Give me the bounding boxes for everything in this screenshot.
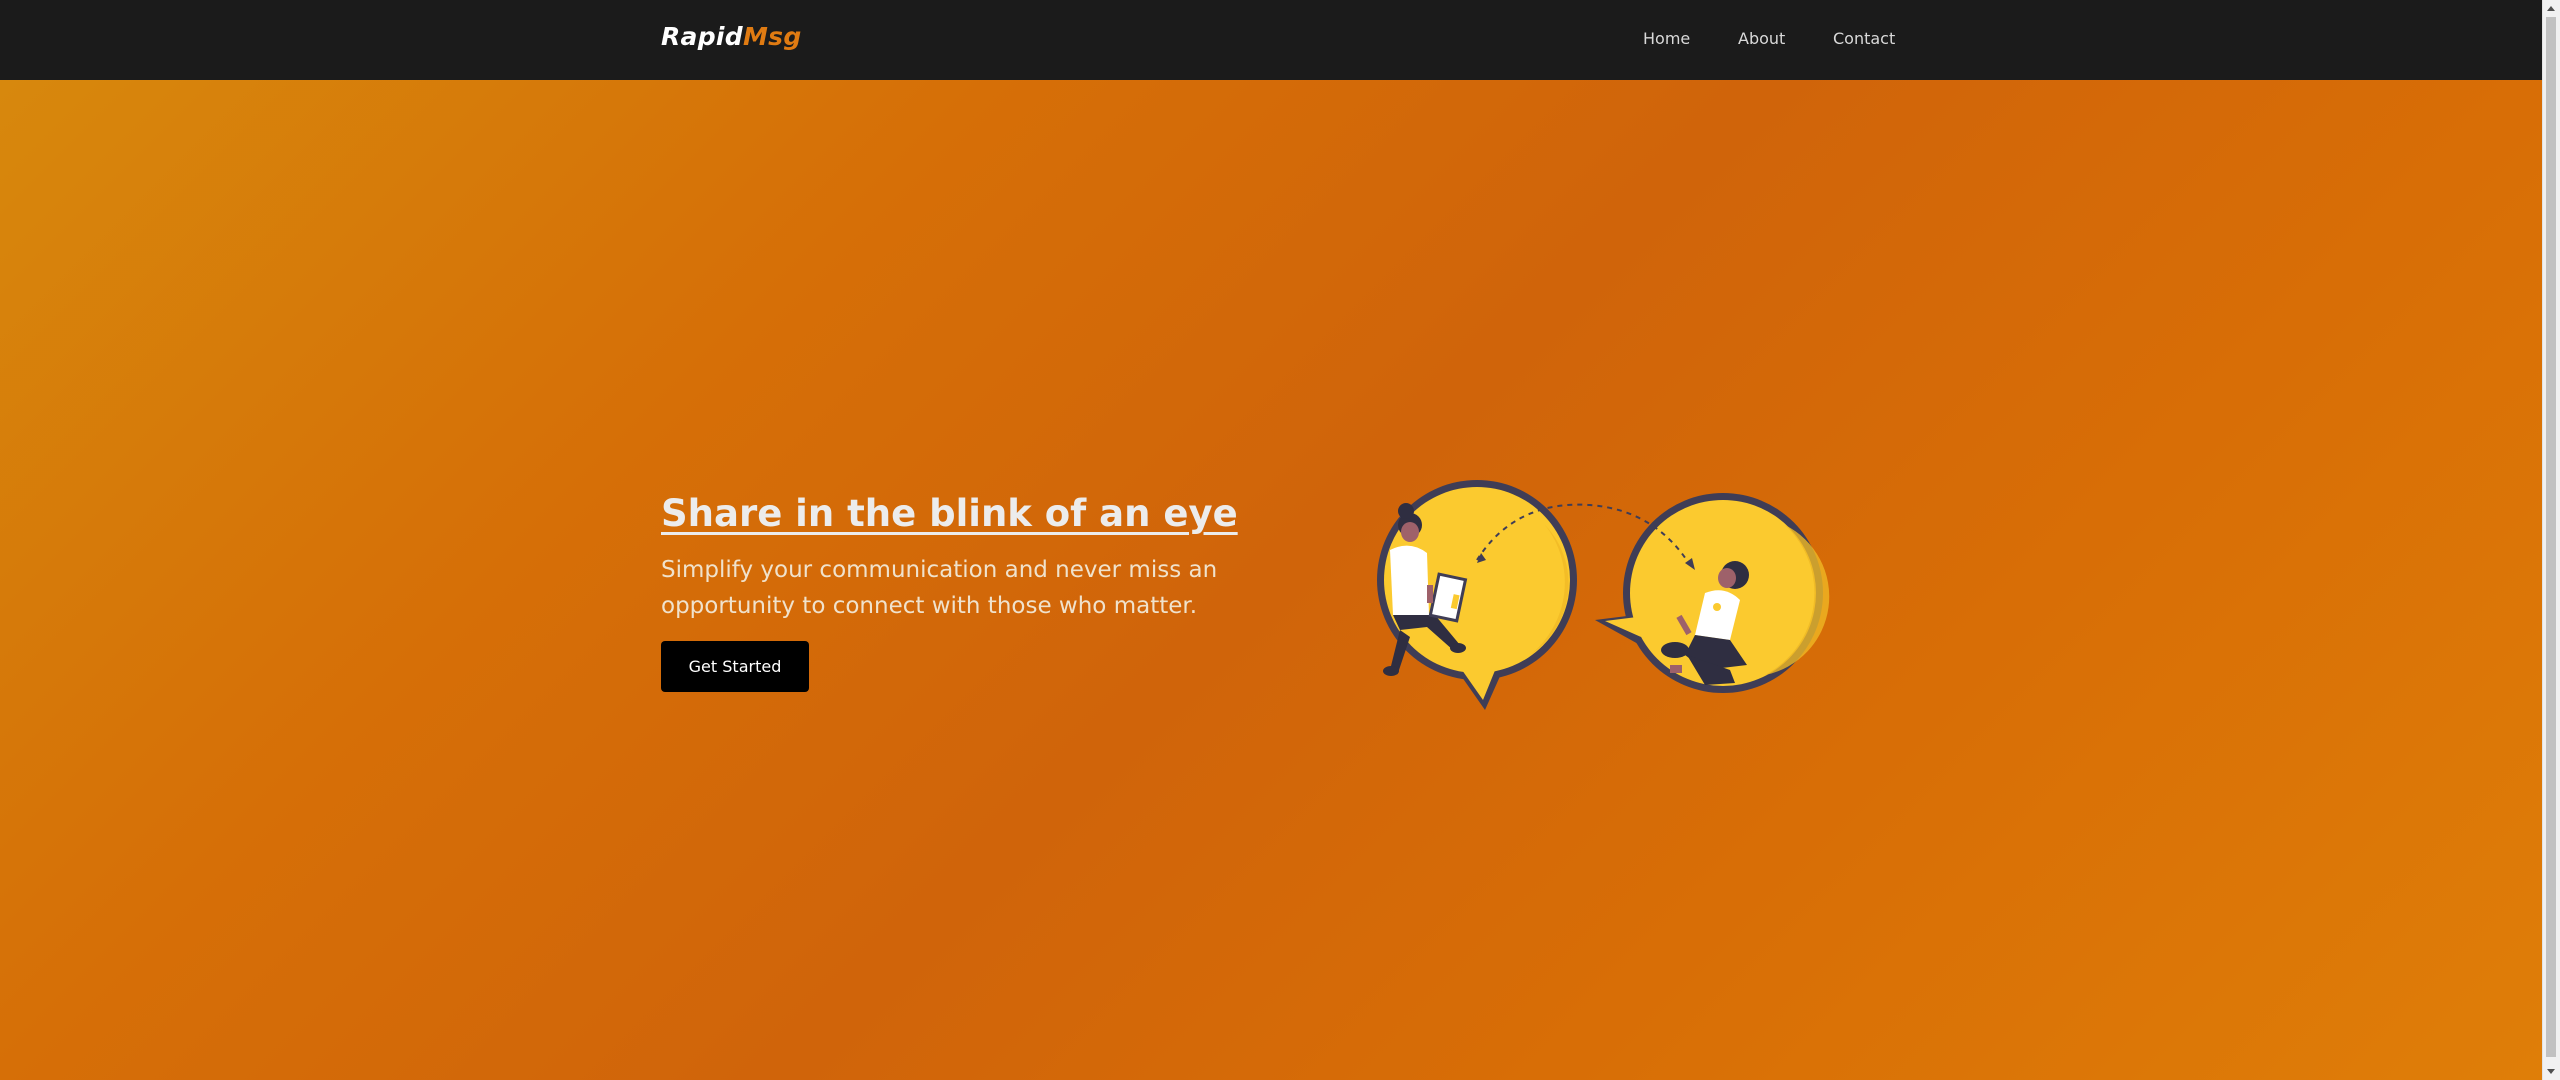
brand-logo[interactable]: RapidMsg xyxy=(661,22,802,51)
vertical-scrollbar[interactable] xyxy=(2542,0,2560,1080)
brand-name-part2: Msg xyxy=(742,22,802,51)
chat-illustration xyxy=(1377,480,1830,710)
scroll-up-arrow-icon[interactable] xyxy=(2547,6,2555,11)
navbar: RapidMsg Home About Contact xyxy=(0,0,2543,80)
get-started-button[interactable]: Get Started xyxy=(661,641,809,692)
hero-subtitle: Simplify your communication and never mi… xyxy=(661,557,1218,619)
scroll-down-arrow-icon[interactable] xyxy=(2547,1069,2555,1074)
page: RapidMsg Home About Contact Share in the… xyxy=(0,0,2560,1080)
nav-link-home[interactable]: Home xyxy=(1643,29,1690,48)
scrollbar-thumb[interactable] xyxy=(2546,17,2556,1057)
nav-link-about[interactable]: About xyxy=(1738,29,1785,48)
brand-name-part1: Rapid xyxy=(661,22,743,51)
hero-title[interactable]: Share in the blink of an eye xyxy=(661,492,1238,535)
nav-link-contact[interactable]: Contact xyxy=(1833,29,1895,48)
hero-section xyxy=(0,80,2543,1080)
